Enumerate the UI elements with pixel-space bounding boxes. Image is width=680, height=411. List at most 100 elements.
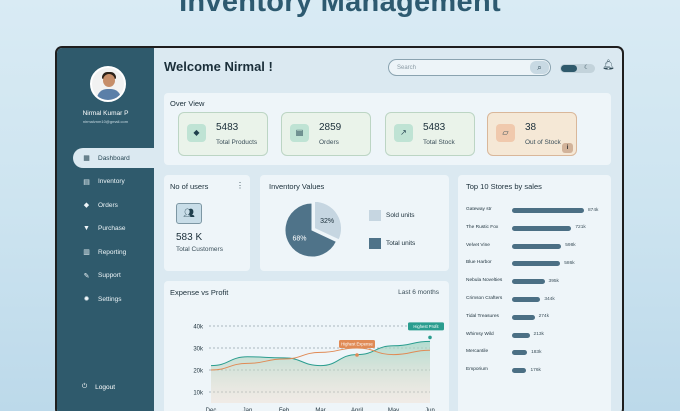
store-bar[interactable] <box>512 261 561 267</box>
grid-icon: ▦ <box>83 155 90 162</box>
store-bar[interactable] <box>512 279 545 285</box>
page-title: Welcome Nirmal ! <box>164 59 273 74</box>
top-stores-card: Top 10 Stores by sales Gateway str 874k Th… <box>458 175 611 411</box>
overview-title: Over View <box>170 99 205 108</box>
store-name: The Rustic Fox <box>466 224 499 230</box>
top-stores-title: Top 10 Stores by sales <box>466 182 542 191</box>
store-value: 586k <box>564 260 575 266</box>
store-bar[interactable] <box>512 208 584 213</box>
avatar[interactable] <box>90 66 126 102</box>
search-placeholder: Search <box>397 65 417 71</box>
store-name: Mercantile <box>466 349 489 355</box>
box-icon: ▤ <box>290 124 309 142</box>
inventory-pie-chart: 32% 68% <box>284 200 343 258</box>
moon-icon: ☾ <box>584 65 590 71</box>
legend-label-sold: Sold units <box>386 212 415 219</box>
cube-icon: ◆ <box>187 124 206 142</box>
stat-total-stock[interactable]: ↗ 5483 Total Stock <box>385 112 475 156</box>
store-bar[interactable] <box>512 225 572 231</box>
inventory-values-card: Inventory Values 32% 68% Sold units Total… <box>260 175 449 271</box>
store-bar[interactable] <box>512 332 530 338</box>
stat-total-products[interactable]: ◆ 5483 Total Products <box>178 112 268 156</box>
empty-box-icon: ▱ <box>496 124 515 142</box>
users-title: No of users <box>170 182 209 191</box>
store-name: Blue Harbor <box>466 260 492 266</box>
sidebar-item-inventory[interactable]: ▤ Inventory <box>73 172 154 192</box>
stat-out-of-stock[interactable]: ▱ 38 Out of Stock i <box>487 112 577 156</box>
annotation-point[interactable] <box>355 353 359 357</box>
cube-icon: ◆ <box>83 202 90 209</box>
theme-toggle[interactable]: ☾ <box>560 64 595 73</box>
sidebar-item-label: Settings <box>98 295 122 303</box>
search-icon[interactable]: ⌕ <box>530 61 549 74</box>
store-value: 874k <box>588 207 599 213</box>
user-name: Nirmal Kumar P <box>82 110 129 117</box>
store-name: Emporium <box>466 367 488 373</box>
gear-icon: ✹ <box>83 296 90 303</box>
expense-profit-chart: 10k20k30k40kDec Jan Feb Mar April May JunHighe… <box>193 322 444 411</box>
trend-icon: ↗ <box>394 124 413 142</box>
sidebar-nav: ▦ Dashboard ▤ Inventory ◆ Orders ▼ Purch… <box>73 148 154 313</box>
y-tick-label: 10k <box>193 391 204 397</box>
store-value: 176k <box>530 367 541 373</box>
stat-orders[interactable]: ▤ 2859 Orders <box>281 112 371 156</box>
search-input[interactable]: Search ⌕ <box>388 59 551 76</box>
store-bar[interactable] <box>512 368 527 374</box>
stat-label: Total Stock <box>423 139 455 146</box>
chart-icon: ▥ <box>83 249 90 256</box>
users-icon: 👥︎ <box>176 203 202 224</box>
users-value: 583 K <box>176 232 203 243</box>
store-name: Velvet Vine <box>466 242 490 248</box>
stat-label: Out of Stock <box>525 139 561 146</box>
legend-swatch-total <box>369 238 381 249</box>
y-tick-label: 20k <box>193 369 204 375</box>
store-value: 274k <box>538 314 549 320</box>
store-bar[interactable] <box>512 314 535 320</box>
box-icon: ▤ <box>83 178 90 186</box>
stat-value: 5483 <box>423 122 446 133</box>
sidebar-item-settings[interactable]: ✹ Settings <box>73 289 154 309</box>
logout-label: Logout <box>95 383 116 391</box>
toggle-knob <box>561 65 577 72</box>
store-name: Gateway str <box>466 207 492 212</box>
sidebar-item-orders[interactable]: ◆ Orders <box>73 195 154 215</box>
store-name: Nebula Novelties <box>466 278 503 284</box>
sidebar-item-label: Inventory <box>98 178 125 185</box>
profit-area <box>211 341 430 403</box>
store-bar[interactable] <box>512 243 562 249</box>
sidebar-item-reporting[interactable]: ▥ Reporting <box>73 242 154 262</box>
sidebar-item-dashboard[interactable]: ▦ Dashboard <box>73 148 154 168</box>
stat-label: Total Products <box>216 139 258 146</box>
store-value: 598k <box>565 243 576 249</box>
sidebar-item-label: Support <box>98 272 121 279</box>
annotation-label: Highest Expense <box>341 342 373 347</box>
sidebar-item-label: Dashboard <box>98 154 130 162</box>
store-name: Whimsy Wild <box>466 331 494 337</box>
info-icon[interactable]: i <box>562 143 573 153</box>
stat-label: Orders <box>319 139 339 146</box>
store-value: 721k <box>575 225 586 231</box>
logout-button[interactable]: ⏻ Logout <box>82 383 115 391</box>
sidebar-item-support[interactable]: ✎ Support <box>73 266 154 286</box>
sidebar: Nirmal Kumar P nirmalvnm10@gmail.com ▦ D… <box>57 48 154 411</box>
bell-icon[interactable]: 🔔︎ <box>602 60 615 71</box>
cart-icon: ▼ <box>83 225 90 232</box>
store-name: Tidal Treasures <box>466 313 499 319</box>
legend-label-total: Total units <box>386 240 416 247</box>
store-bar[interactable] <box>512 350 528 356</box>
store-bar[interactable] <box>512 297 541 302</box>
overview-card: Over View ◆ 5483 Total Products ▤ 2859 O… <box>164 93 611 165</box>
user-email: nirmalvnm10@gmail.com <box>82 119 129 124</box>
sidebar-item-purchase[interactable]: ▼ Purchase <box>73 219 154 239</box>
store-value: 344k <box>544 296 555 302</box>
store-name: Crimson Crafters <box>466 296 503 301</box>
store-value: 183k <box>531 349 542 355</box>
more-options-icon[interactable]: ⋮ <box>236 181 244 190</box>
y-tick-label: 40k <box>193 325 204 331</box>
annotation-label: Highest Profit <box>413 324 439 329</box>
annotation-point[interactable] <box>428 335 432 340</box>
sidebar-item-label: Purchase <box>98 225 126 232</box>
wrench-icon: ✎ <box>83 272 90 280</box>
store-value: 395k <box>548 278 559 284</box>
stat-value: 38 <box>525 122 537 133</box>
